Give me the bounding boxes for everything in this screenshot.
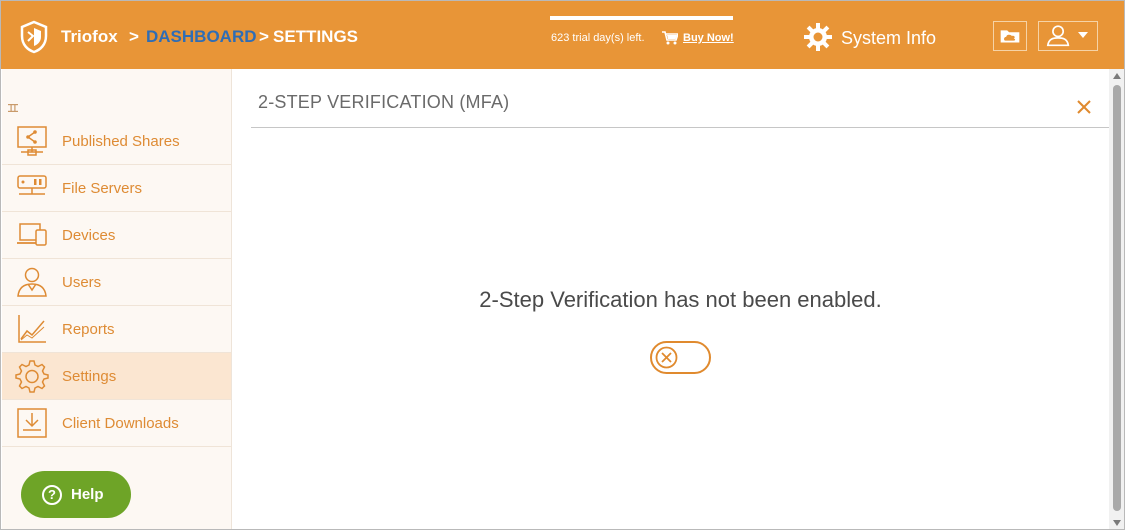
page-title: 2-STEP VERIFICATION (MFA) — [258, 92, 510, 112]
cloud-folder-icon — [1000, 30, 1020, 43]
share-monitor-icon — [17, 126, 47, 156]
breadcrumb-separator: > — [129, 27, 139, 46]
sidebar-item-label: Devices — [62, 227, 116, 244]
buy-now-link[interactable]: Buy Now! — [683, 32, 734, 44]
trial-progress-bar — [550, 16, 733, 20]
gear-icon — [15, 360, 49, 393]
sidebar-item-file-servers[interactable]: File Servers — [2, 165, 231, 212]
sidebar-item-label: Client Downloads — [62, 415, 179, 432]
cart-icon[interactable] — [662, 31, 678, 45]
system-info-link[interactable]: System Info — [841, 28, 936, 49]
top-header: Triofox > DASHBOARD > SETTINGS 623 trial… — [1, 1, 1124, 69]
close-icon[interactable] — [1076, 99, 1092, 115]
sidebar-item-label: Users — [62, 274, 102, 291]
server-icon — [17, 175, 47, 195]
sidebar-item-reports[interactable]: Reports — [2, 306, 231, 353]
download-icon — [17, 408, 47, 438]
vertical-scrollbar[interactable] — [1109, 69, 1124, 529]
caret-down-icon — [1078, 32, 1088, 38]
brand-name: Triofox — [61, 27, 118, 46]
breadcrumb-separator: > — [259, 27, 269, 46]
sidebar-item-client-downloads[interactable]: Client Downloads — [2, 400, 231, 447]
trial-days-text: 623 trial day(s) left. — [551, 32, 645, 44]
breadcrumb-dashboard-link[interactable]: DASHBOARD — [146, 27, 257, 47]
user-icon — [1046, 25, 1070, 47]
main-panel: 2-STEP VERIFICATION (MFA) 2-Step Verific… — [233, 69, 1109, 529]
scrollbar-thumb[interactable] — [1113, 85, 1121, 511]
scroll-down-arrow-icon[interactable] — [1112, 519, 1122, 527]
shield-logo-icon — [20, 20, 48, 54]
help-button[interactable]: ? Help — [21, 471, 131, 518]
breadcrumb-current: SETTINGS — [273, 27, 359, 46]
gear-icon[interactable] — [804, 23, 832, 51]
sidebar-item-published-shares[interactable]: Published Shares — [2, 118, 231, 165]
cloud-folder-button[interactable] — [993, 21, 1027, 51]
sidebar-item-label: Published Shares — [62, 133, 180, 150]
title-divider — [251, 127, 1109, 128]
user-menu-button[interactable] — [1038, 21, 1098, 51]
sidebar: Published Shares File Servers Devices Us… — [2, 69, 232, 529]
mfa-status-text: 2-Step Verification has not been enabled… — [479, 287, 882, 312]
mfa-toggle[interactable] — [650, 341, 711, 374]
sidebar-item-settings[interactable]: Settings — [2, 353, 231, 400]
sidebar-collapse-icon[interactable] — [8, 104, 18, 112]
user-icon — [17, 267, 47, 297]
app-window: Triofox > DASHBOARD > SETTINGS 623 trial… — [0, 0, 1125, 530]
sidebar-item-label: Settings — [62, 368, 117, 385]
question-circle-icon: ? — [42, 485, 62, 505]
sidebar-item-label: Reports — [62, 321, 115, 338]
x-circle-icon — [655, 346, 678, 369]
sidebar-item-devices[interactable]: Devices — [2, 212, 231, 259]
chart-icon — [18, 315, 46, 343]
sidebar-item-users[interactable]: Users — [2, 259, 231, 306]
help-label: Help — [71, 486, 104, 503]
devices-icon — [17, 223, 47, 246]
sidebar-item-label: File Servers — [62, 180, 143, 197]
scroll-up-arrow-icon[interactable] — [1112, 72, 1122, 80]
